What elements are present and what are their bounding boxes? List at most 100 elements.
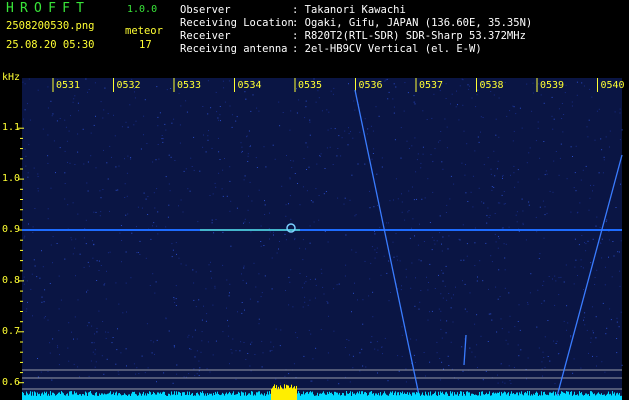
- noise-speck: [584, 324, 586, 326]
- noise-speck: [77, 299, 79, 301]
- level-bar-column: [577, 394, 578, 400]
- noise-speck: [37, 376, 39, 378]
- noise-speck: [370, 341, 372, 343]
- level-bar-column: [472, 393, 473, 400]
- level-bar-column: [508, 392, 509, 400]
- noise-speck: [330, 90, 332, 92]
- noise-speck: [185, 264, 187, 266]
- level-bar-column: [443, 393, 444, 400]
- noise-speck: [263, 146, 265, 148]
- noise-speck: [250, 110, 252, 112]
- level-bar-column: [279, 389, 280, 400]
- noise-speck: [239, 350, 241, 352]
- noise-speck: [450, 307, 452, 309]
- noise-speck: [258, 323, 260, 325]
- level-bar-column: [193, 395, 194, 400]
- noise-speck: [368, 295, 370, 297]
- noise-speck: [591, 96, 593, 98]
- noise-speck: [308, 166, 310, 168]
- noise-speck: [439, 379, 441, 381]
- noise-speck: [601, 238, 603, 240]
- noise-speck: [434, 288, 436, 289]
- noise-speck: [285, 204, 287, 206]
- noise-speck: [87, 161, 89, 163]
- noise-speck: [289, 281, 291, 283]
- noise-speck: [448, 365, 450, 366]
- noise-speck: [496, 168, 498, 170]
- noise-speck: [372, 153, 374, 154]
- level-bar-column: [329, 391, 330, 400]
- level-bar-column: [463, 391, 464, 400]
- noise-speck: [405, 368, 407, 370]
- level-bar-column: [550, 392, 551, 400]
- noise-speck: [585, 165, 587, 167]
- level-bar-column: [589, 395, 590, 400]
- level-bar-column: [127, 395, 128, 400]
- noise-speck: [103, 109, 105, 111]
- level-bar-column: [316, 395, 317, 400]
- noise-speck: [376, 173, 378, 175]
- noise-speck: [423, 352, 425, 353]
- noise-speck: [88, 265, 90, 267]
- level-bar-column: [611, 395, 612, 400]
- level-bar-column: [211, 393, 212, 400]
- level-bar-column: [406, 393, 407, 400]
- level-bar-column: [213, 392, 214, 400]
- noise-speck: [144, 372, 146, 374]
- noise-speck: [44, 316, 46, 317]
- noise-speck: [504, 287, 506, 289]
- noise-speck: [269, 350, 271, 352]
- level-bar-column: [414, 392, 415, 400]
- level-bar-column: [259, 391, 260, 400]
- noise-speck: [488, 217, 490, 218]
- noise-speck: [517, 321, 519, 322]
- level-bar-column: [375, 393, 376, 400]
- level-bar-column: [120, 394, 121, 400]
- level-bar-column: [289, 387, 290, 400]
- level-bar-column: [424, 395, 425, 400]
- noise-speck: [580, 266, 582, 268]
- noise-speck: [107, 331, 109, 333]
- level-bar-column: [385, 393, 386, 400]
- noise-speck: [543, 357, 545, 358]
- level-bar-column: [362, 391, 363, 400]
- level-bar-column: [172, 394, 173, 400]
- noise-speck: [378, 115, 380, 117]
- noise-speck: [113, 114, 114, 116]
- noise-speck: [175, 285, 177, 287]
- noise-speck: [544, 206, 546, 208]
- noise-speck: [359, 352, 361, 354]
- level-bar-column: [205, 393, 206, 400]
- level-bar-column: [99, 393, 100, 400]
- level-bar-column: [408, 394, 409, 400]
- noise-speck: [486, 215, 488, 217]
- noise-speck: [57, 345, 58, 347]
- noise-speck: [228, 325, 230, 327]
- noise-speck: [328, 111, 330, 113]
- noise-speck: [227, 335, 229, 337]
- noise-speck: [469, 85, 471, 87]
- filename: 2508200530.png: [6, 20, 95, 32]
- level-bar-column: [275, 388, 276, 400]
- level-bar-column: [515, 394, 516, 400]
- noise-speck: [212, 304, 214, 306]
- noise-speck: [518, 304, 520, 306]
- noise-speck: [290, 110, 292, 112]
- level-bar-column: [418, 391, 419, 400]
- noise-speck: [571, 105, 573, 107]
- noise-speck: [619, 139, 621, 141]
- noise-speck: [393, 83, 395, 85]
- noise-speck: [482, 379, 484, 381]
- noise-speck: [441, 361, 443, 363]
- noise-speck: [592, 238, 594, 240]
- noise-speck: [405, 276, 407, 278]
- level-bar-column: [499, 391, 500, 400]
- noise-speck: [482, 280, 484, 282]
- noise-speck: [381, 157, 383, 159]
- noise-speck: [599, 226, 601, 228]
- noise-speck: [580, 179, 582, 181]
- noise-speck: [78, 110, 79, 112]
- noise-speck: [193, 169, 195, 171]
- noise-speck: [302, 239, 304, 241]
- level-bar-column: [488, 393, 489, 400]
